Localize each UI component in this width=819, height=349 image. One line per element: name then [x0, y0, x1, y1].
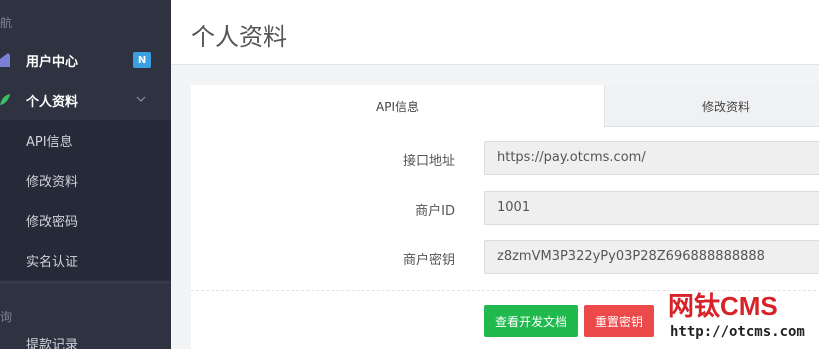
- chevron-down-icon: [136, 93, 146, 103]
- page-title: 个人资料: [191, 23, 287, 51]
- merchant-key-field[interactable]: z8zmVM3P322yPy03P28Z696888888888: [484, 240, 819, 274]
- new-badge: N: [133, 52, 151, 68]
- sidebar-section-label: 航: [0, 16, 13, 30]
- watermark-url: http://otcms.com: [670, 324, 805, 340]
- endpoint-label: 接口地址: [402, 154, 455, 169]
- sidebar-item-user-center[interactable]: 用户中心 N: [0, 40, 171, 80]
- watermark: 网钛CMS http://otcms.com: [668, 286, 819, 349]
- sidebar-item-edit-profile[interactable]: 修改资料: [0, 160, 171, 200]
- merchant-id-field[interactable]: 1001: [484, 191, 819, 225]
- sidebar-item-api-info[interactable]: API信息: [0, 120, 171, 160]
- home-icon: [0, 53, 14, 67]
- reset-key-button[interactable]: 重置密钥: [584, 305, 654, 337]
- sidebar-item-label: API信息: [26, 134, 73, 150]
- tab-edit-profile[interactable]: 修改资料: [606, 85, 819, 127]
- divider: [0, 282, 171, 283]
- sidebar-item-label: 提款记录: [26, 338, 79, 349]
- sidebar: 航 用户中心 N 个人资料 API信息 修改资料 修改密码 实名认证 询 提款记…: [0, 0, 171, 349]
- tab-api-info[interactable]: API信息: [191, 85, 605, 128]
- form-row-merchant-id: 商户ID 1001: [191, 191, 819, 227]
- form-row-merchant-key: 商户密钥 z8zmVM3P322yPy03P28Z696888888888: [191, 240, 819, 276]
- merchant-id-label: 商户ID: [415, 204, 455, 219]
- sidebar-item-label: 用户中心: [26, 54, 79, 70]
- sidebar-item-change-password[interactable]: 修改密码: [0, 200, 171, 240]
- tab-bar: API信息 修改资料: [191, 85, 819, 128]
- watermark-logo: 网钛CMS: [668, 291, 778, 321]
- endpoint-field[interactable]: https://pay.otcms.com/: [484, 141, 819, 175]
- sidebar-item-label: 修改密码: [26, 214, 79, 230]
- form-row-endpoint: 接口地址 https://pay.otcms.com/: [191, 141, 819, 177]
- sidebar-section-label: 询: [0, 310, 13, 324]
- sidebar-item-verification[interactable]: 实名认证: [0, 240, 171, 280]
- leaf-icon: [0, 93, 14, 107]
- sidebar-item-label: 个人资料: [26, 94, 79, 110]
- sidebar-item-label: 修改资料: [26, 174, 79, 190]
- view-docs-button[interactable]: 查看开发文档: [484, 305, 578, 337]
- sidebar-item-profile[interactable]: 个人资料: [0, 80, 171, 120]
- merchant-key-label: 商户密钥: [402, 253, 455, 268]
- sidebar-item-label: 实名认证: [26, 254, 79, 270]
- page-header: 个人资料: [171, 0, 819, 65]
- sidebar-item-partial[interactable]: 提款记录: [0, 332, 171, 349]
